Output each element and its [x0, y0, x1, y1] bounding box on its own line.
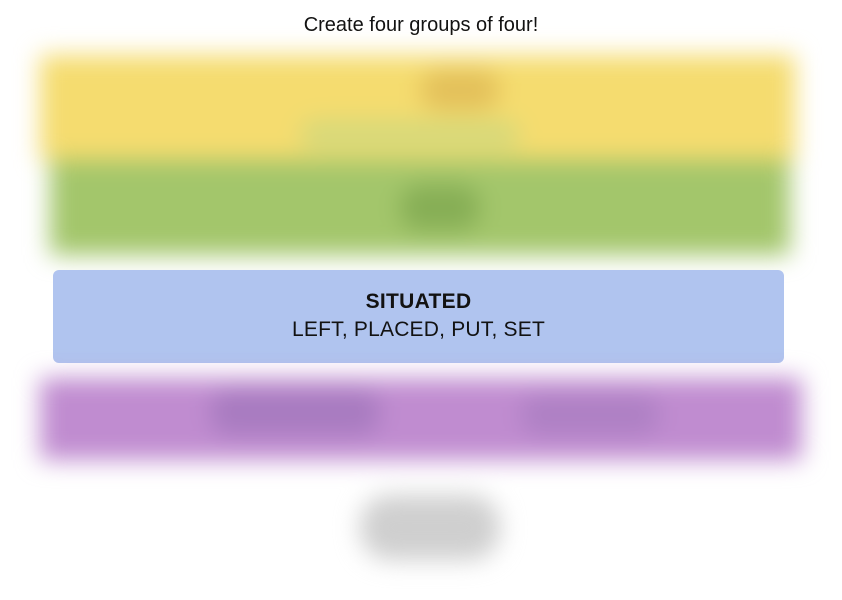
purple-shade-1: [210, 390, 380, 435]
purple-shade-2: [520, 395, 660, 435]
yellow-highlight: [420, 70, 500, 110]
connections-game: Create four groups of four! SITUATED LEF…: [0, 0, 842, 600]
solved-group-members: LEFT, PLACED, PUT, SET: [292, 318, 545, 341]
solved-group-situated: SITUATED LEFT, PLACED, PUT, SET: [53, 270, 784, 363]
obscured-rows-bottom: [0, 365, 842, 600]
green-highlight: [400, 185, 480, 230]
obscured-group-purple: [40, 378, 802, 460]
obscured-group-grey: [360, 495, 500, 560]
yellow-green-blend: [300, 120, 520, 150]
solved-group-category: SITUATED: [365, 290, 472, 313]
obscured-rows-top: [0, 0, 842, 270]
